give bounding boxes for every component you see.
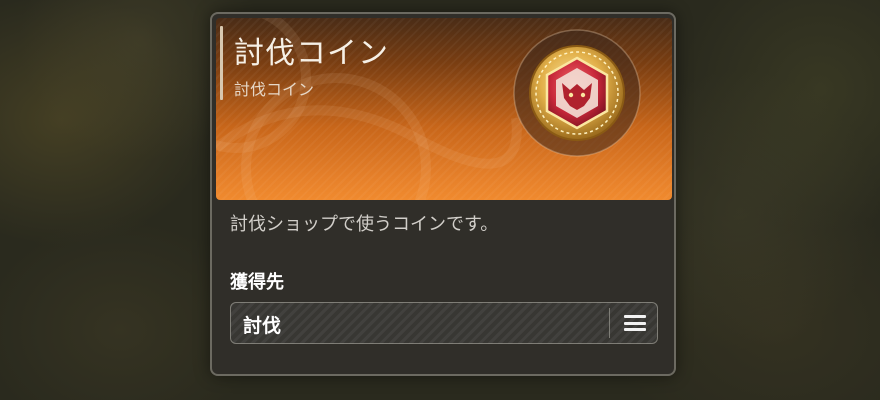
source-menu-button[interactable] [615, 307, 655, 339]
menu-icon [624, 315, 646, 331]
item-info-card: 討伐コイン 討伐コイン 討伐ショップで使うコインです。 獲得先 討伐 [210, 12, 676, 376]
acquisition-source-label: 討伐 [243, 315, 282, 337]
item-title: 討伐コイン [234, 36, 389, 71]
title-accent-bar [220, 26, 223, 100]
item-description: 討伐ショップで使うコインです。 [230, 214, 499, 235]
item-banner: 討伐コイン 討伐コイン [216, 18, 672, 200]
acquisition-heading: 獲得先 [230, 272, 284, 293]
source-divider [609, 308, 610, 338]
acquisition-source-row[interactable]: 討伐 [230, 302, 658, 344]
item-subtitle: 討伐コイン [234, 80, 315, 99]
subjugation-coin-icon [512, 28, 642, 158]
